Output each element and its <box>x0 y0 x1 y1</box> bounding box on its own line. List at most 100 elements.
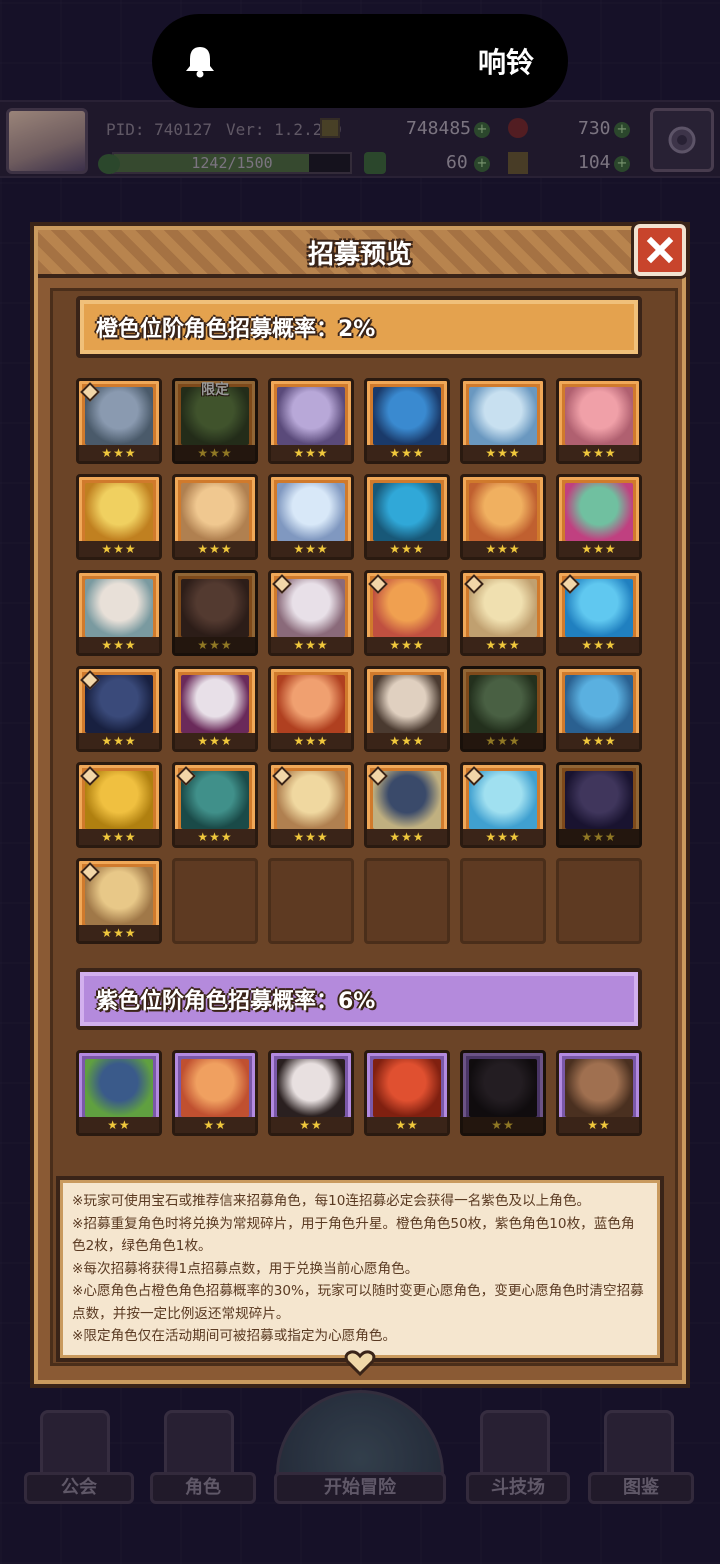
character-card[interactable]: ★★★ <box>172 474 258 560</box>
star-rating: ★★★ <box>559 829 639 845</box>
character-card[interactable]: ★★★ <box>76 762 162 848</box>
character-card[interactable]: ★★ <box>460 1050 546 1136</box>
character-card[interactable]: ★★★ <box>268 378 354 464</box>
character-portrait <box>85 1059 153 1117</box>
star-rating: ★★ <box>271 1117 351 1133</box>
star-rating: ★★★ <box>271 637 351 653</box>
star-rating: ★★★ <box>367 541 447 557</box>
purple-rate-bar: 紫色位阶角色招募概率：6% <box>76 968 642 1030</box>
star-rating: ★★★ <box>271 445 351 461</box>
note-line: ※心愿角色占橙色角色招募概率的30%，玩家可以随时变更心愿角色，变更心愿角色时清… <box>72 1283 644 1322</box>
character-card[interactable]: ★★★ <box>556 570 642 656</box>
star-rating: ★★★ <box>79 637 159 653</box>
character-card[interactable]: ★★ <box>364 1050 450 1136</box>
star-rating: ★★★ <box>175 445 255 461</box>
character-card[interactable]: ★★ <box>556 1050 642 1136</box>
character-portrait <box>85 579 153 637</box>
character-card[interactable]: ★★★ <box>556 666 642 752</box>
character-portrait <box>181 483 249 541</box>
star-rating: ★★ <box>175 1117 255 1133</box>
character-portrait <box>565 1059 633 1117</box>
star-rating: ★★★ <box>463 445 543 461</box>
star-rating: ★★ <box>463 1117 543 1133</box>
star-rating: ★★★ <box>175 541 255 557</box>
character-card[interactable]: ★★★ <box>268 762 354 848</box>
character-card[interactable]: ★★★ <box>364 762 450 848</box>
star-rating: ★★★ <box>79 733 159 749</box>
character-card[interactable]: ★★★ <box>76 570 162 656</box>
star-rating: ★★★ <box>367 733 447 749</box>
star-rating: ★★★ <box>367 445 447 461</box>
note-line: ※每次招募将获得1点招募点数，用于兑换当前心愿角色。 <box>72 1260 419 1277</box>
note-line: ※玩家可使用宝石或推荐信来招募角色，每10连招募必定会获得一名紫色及以上角色。 <box>72 1193 591 1209</box>
character-portrait <box>277 387 345 445</box>
character-portrait <box>469 387 537 445</box>
character-card[interactable]: ★★★ <box>364 378 450 464</box>
panel-header: 招募预览 <box>38 230 682 278</box>
character-card[interactable]: 限定 ★★★ <box>172 378 258 464</box>
purple-character-grid: ★★ ★★ ★★ ★★ ★★ ★★ <box>76 1050 648 1136</box>
character-card[interactable]: ★★★ <box>76 378 162 464</box>
limited-tag: 限定 <box>201 382 229 398</box>
star-rating: ★★★ <box>175 733 255 749</box>
character-card[interactable]: ★★★ <box>460 762 546 848</box>
star-rating: ★★★ <box>271 829 351 845</box>
character-card[interactable]: ★★★ <box>76 666 162 752</box>
character-portrait <box>373 675 441 733</box>
empty-slot <box>556 858 642 944</box>
character-card[interactable]: ★★★ <box>268 666 354 752</box>
character-card[interactable]: ★★★ <box>172 666 258 752</box>
star-rating: ★★★ <box>79 829 159 845</box>
character-portrait <box>469 483 537 541</box>
character-card[interactable]: ★★★ <box>460 378 546 464</box>
bell-icon <box>186 47 214 78</box>
character-card[interactable]: ★★★ <box>76 858 162 944</box>
empty-slot <box>364 858 450 944</box>
note-line: ※限定角色仅在活动期间可被招募或指定为心愿角色。 <box>72 1328 397 1344</box>
star-rating: ★★★ <box>559 445 639 461</box>
star-rating: ★★★ <box>79 541 159 557</box>
character-card[interactable]: ★★★ <box>172 762 258 848</box>
notification-label: 响铃 <box>477 46 534 79</box>
orange-rate-bar: 橙色位阶角色招募概率：2% <box>76 296 642 358</box>
star-rating: ★★ <box>79 1117 159 1133</box>
close-icon <box>646 236 674 264</box>
character-portrait <box>277 1059 345 1117</box>
character-card[interactable]: ★★ <box>268 1050 354 1136</box>
star-rating: ★★★ <box>463 541 543 557</box>
character-card[interactable]: ★★★ <box>364 474 450 560</box>
star-rating: ★★★ <box>175 637 255 653</box>
star-rating: ★★★ <box>559 637 639 653</box>
character-card[interactable]: ★★★ <box>172 570 258 656</box>
character-card[interactable]: ★★★ <box>364 666 450 752</box>
empty-slot <box>268 858 354 944</box>
character-card[interactable]: ★★★ <box>556 378 642 464</box>
character-card[interactable]: ★★ <box>76 1050 162 1136</box>
star-rating: ★★★ <box>463 733 543 749</box>
character-card[interactable]: ★★★ <box>76 474 162 560</box>
character-portrait <box>565 387 633 445</box>
character-card[interactable]: ★★★ <box>460 570 546 656</box>
character-card[interactable]: ★★★ <box>556 474 642 560</box>
star-rating: ★★ <box>367 1117 447 1133</box>
character-card[interactable]: ★★★ <box>268 570 354 656</box>
notification-pill[interactable]: 响铃 <box>152 14 568 108</box>
character-portrait <box>373 483 441 541</box>
character-card[interactable]: ★★★ <box>460 474 546 560</box>
character-card[interactable]: ★★★ <box>364 570 450 656</box>
character-portrait <box>181 579 249 637</box>
close-button[interactable] <box>634 224 686 276</box>
star-rating: ★★ <box>559 1117 639 1133</box>
character-card[interactable]: ★★★ <box>460 666 546 752</box>
recruit-notes: ※玩家可使用宝石或推荐信来招募角色，每10连招募必定会获得一名紫色及以上角色。 … <box>56 1176 664 1362</box>
note-line: ※招募重复角色时将兑换为常规碎片，用于角色升星。橙色角色50枚，紫色角色10枚，… <box>72 1215 635 1255</box>
star-rating: ★★★ <box>463 829 543 845</box>
character-card[interactable]: ★★ <box>172 1050 258 1136</box>
character-portrait <box>181 675 249 733</box>
star-rating: ★★★ <box>271 733 351 749</box>
star-rating: ★★★ <box>463 637 543 653</box>
character-card[interactable]: ★★★ <box>268 474 354 560</box>
character-card[interactable]: ★★★ <box>556 762 642 848</box>
character-portrait <box>565 675 633 733</box>
character-portrait <box>277 675 345 733</box>
